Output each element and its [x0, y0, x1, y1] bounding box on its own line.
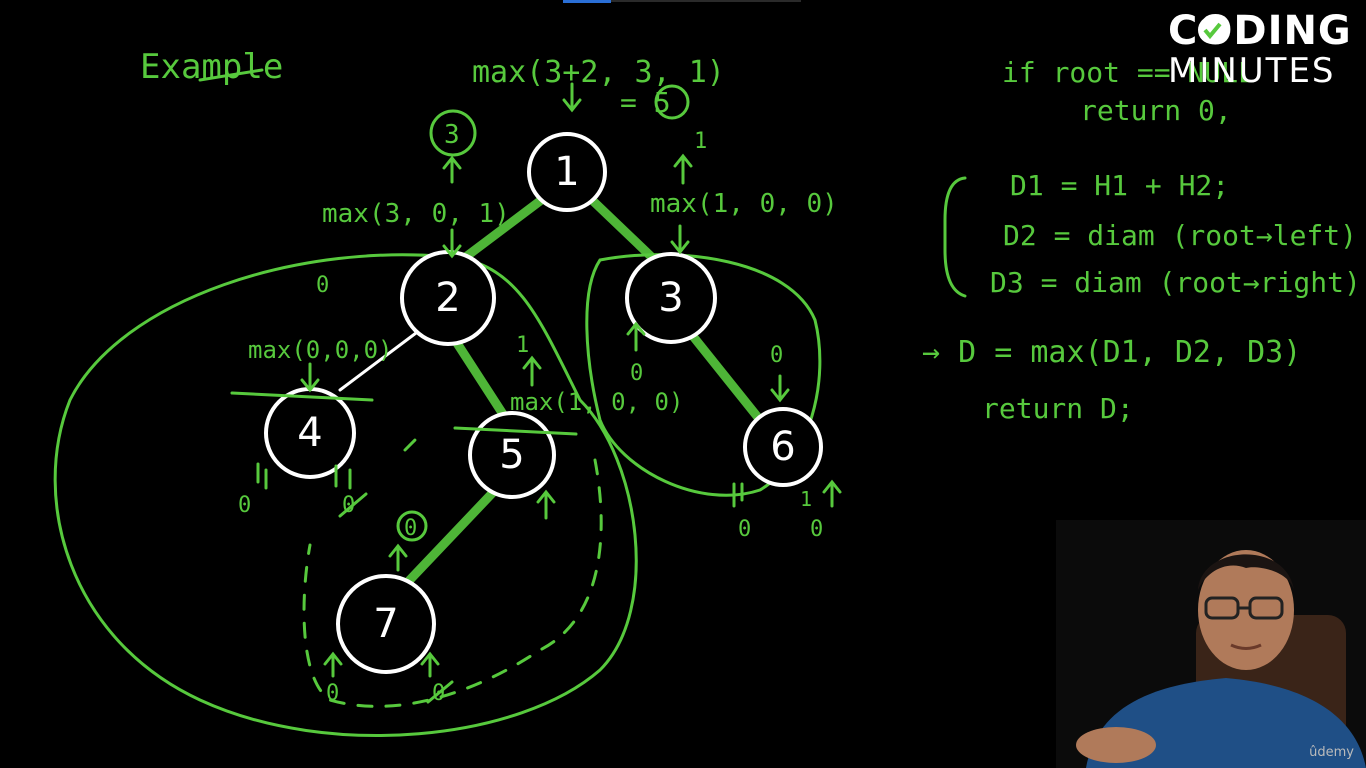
node7-up-value: 0	[404, 516, 417, 541]
heading-example: Example	[140, 47, 283, 87]
node6-up-zero: 0	[770, 343, 783, 368]
tree-node-7: 7	[336, 574, 436, 674]
node4-top-zero: 0	[316, 273, 329, 298]
node4-left-leaf: 0	[238, 493, 251, 518]
node6-left-leaf: 0	[738, 517, 751, 542]
up-arrow-icon	[323, 651, 343, 678]
code-bracket	[943, 176, 967, 298]
edge-3-6	[683, 325, 765, 425]
check-circle-icon	[1198, 16, 1226, 44]
down-arrow-icon	[670, 224, 690, 255]
code-line-return-d: return D;	[982, 392, 1134, 425]
tree-node-6: 6	[743, 407, 823, 487]
node6-right-leaf: 0	[810, 517, 823, 542]
up-down-arrow-icon	[334, 464, 368, 518]
svg-text:MINUTES: MINUTES	[1168, 51, 1336, 88]
down-arrow-icon	[770, 374, 790, 403]
up-arrow-icon	[388, 543, 408, 572]
coding-minutes-logo: CODING MINUTES	[1168, 8, 1352, 88]
svg-text:CODING: CODING	[1168, 8, 1352, 54]
tree-node-5: 5	[468, 411, 556, 499]
node7-left-leaf: 0	[326, 681, 339, 706]
presenter-webcam: ûdemy	[1056, 520, 1366, 768]
left-up-value: 3	[444, 120, 460, 150]
node6-right-one: 1	[800, 487, 812, 511]
presenter-image	[1056, 520, 1366, 768]
dash-mark	[403, 433, 422, 452]
node4-incoming: max(0,0,0)	[248, 336, 393, 364]
code-line-max: → D = max(D1, D2, D3)	[922, 335, 1301, 370]
up-arrow-icon	[536, 489, 556, 520]
svg-text:1: 1	[554, 149, 579, 195]
tree-node-1: 1	[527, 132, 607, 212]
svg-text:2: 2	[435, 275, 460, 321]
node3-up-value: 1	[694, 129, 707, 154]
video-frame: Example max(3+2, 3, 1) = 5 1 2 3 4 5 6 7…	[0, 0, 1366, 768]
svg-text:4: 4	[297, 410, 322, 456]
edge-5-7	[400, 480, 505, 590]
node3-incoming: max(1, 0, 0)	[650, 189, 838, 219]
down-arrow-icon	[300, 362, 320, 393]
node3-left-zero: 0	[630, 361, 643, 386]
up-arrow-icon	[822, 479, 842, 508]
node2-incoming: max(3, 0, 1)	[322, 199, 510, 229]
code-line-return0: return 0,	[1080, 94, 1232, 127]
code-line-d1: D1 = H1 + H2;	[1010, 169, 1229, 202]
tree-node-2: 2	[400, 250, 496, 346]
code-line-d2: D2 = diam (root→left)	[1003, 219, 1357, 252]
node5-up-value: 1	[516, 333, 529, 358]
udemy-watermark: ûdemy	[1309, 745, 1354, 760]
code-line-d3: D3 = diam (root→right)	[990, 266, 1361, 299]
up-arrow-icon	[522, 355, 542, 387]
svg-text:7: 7	[373, 601, 398, 647]
svg-text:5: 5	[499, 432, 524, 478]
tree-node-4: 4	[264, 387, 356, 479]
up-arrow-icon	[442, 155, 462, 184]
svg-text:6: 6	[770, 424, 795, 470]
up-arrow-icon	[673, 153, 693, 185]
root-expression: max(3+2, 3, 1)	[472, 55, 725, 90]
node5-incoming: max(1, 0, 0)	[510, 388, 683, 416]
up-down-arrow-icon	[256, 462, 268, 490]
svg-text:3: 3	[658, 275, 683, 321]
